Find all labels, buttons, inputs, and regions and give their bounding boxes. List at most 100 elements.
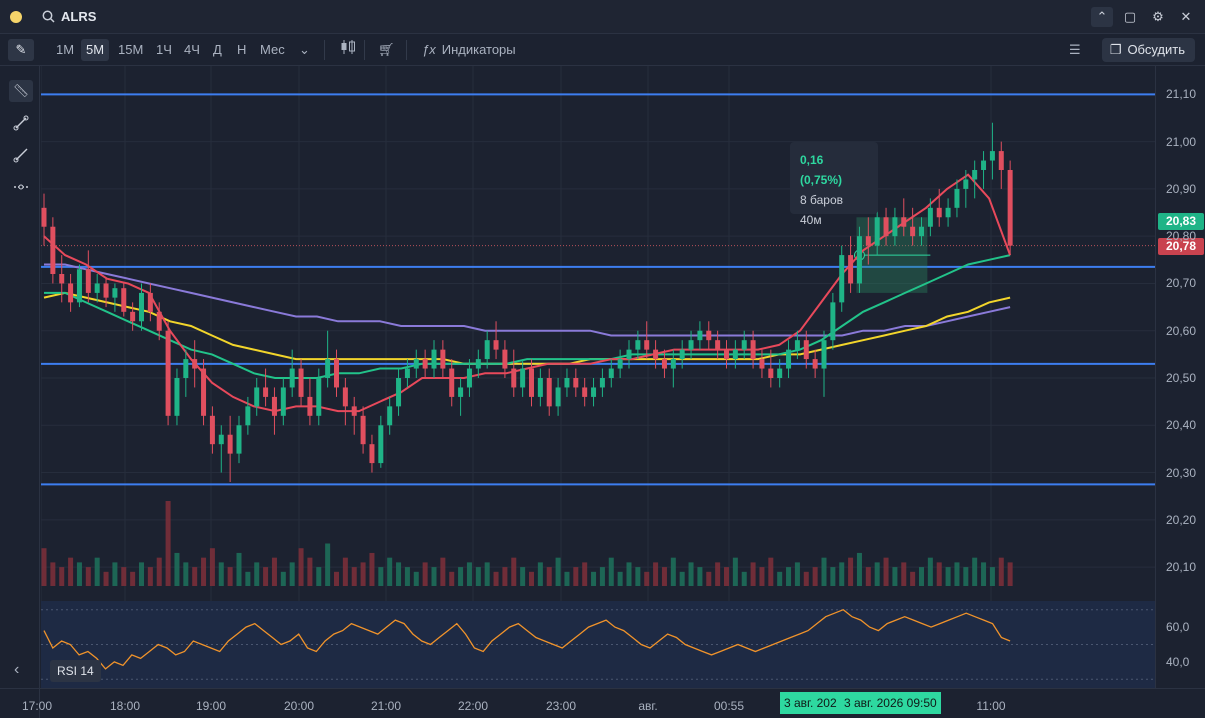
- volume-bar: [706, 571, 712, 586]
- price-tick-label: 20,40: [1166, 418, 1197, 433]
- ruler-tool[interactable]: 📏︎: [9, 80, 33, 102]
- ray-tool[interactable]: [9, 144, 33, 166]
- order-button[interactable]: 🛒︎: [373, 39, 400, 61]
- volume-bar: [174, 552, 180, 586]
- candle-body: [156, 311, 162, 331]
- candle-body: [821, 340, 827, 369]
- volume-bar: [927, 557, 933, 586]
- collapse-sidebar-button[interactable]: ‹: [14, 661, 19, 679]
- volume-bar: [839, 562, 845, 586]
- candle-body: [626, 349, 632, 360]
- cursor-time-badge-2: 3 авг. 2026 09:50: [840, 692, 941, 714]
- volume-bar: [298, 548, 304, 586]
- time-tick-label: 22:00: [457, 699, 489, 713]
- candle-body: [927, 207, 933, 227]
- horizontal-line-icon: [14, 184, 28, 190]
- volume-bar: [440, 557, 446, 586]
- ray-icon: [13, 148, 28, 163]
- close-button[interactable]: ✕: [1175, 7, 1197, 27]
- volume-bar: [387, 557, 393, 586]
- time-tick-label: 18:00: [109, 699, 141, 713]
- time-axis[interactable]: 11:00 00:55 авг. 23:00 22:00 21:00 20:00 19:00 1…: [0, 688, 1205, 718]
- volume-bar: [422, 562, 428, 586]
- candle-body: [537, 378, 543, 397]
- search-icon: [42, 10, 55, 23]
- discuss-button[interactable]: ❐ Обсудить: [1101, 38, 1195, 62]
- candle-body: [413, 359, 419, 369]
- candle-body: [254, 387, 260, 407]
- toolbar-divider: [364, 40, 365, 60]
- price-chart[interactable]: B: [41, 66, 1155, 688]
- clear-list-icon: ☰: [1069, 42, 1081, 57]
- tf-15m[interactable]: 15М: [113, 39, 148, 61]
- draw-pencil-button[interactable]: ✎: [8, 39, 34, 61]
- maximize-button[interactable]: ▢: [1119, 7, 1141, 27]
- volume-bar: [183, 562, 189, 586]
- clear-drawings-button[interactable]: ☰: [1064, 39, 1086, 61]
- ticker-search[interactable]: ALRS: [42, 9, 96, 24]
- candle-body: [112, 288, 118, 298]
- tf-day[interactable]: Д: [208, 39, 227, 61]
- candle-body: [750, 340, 756, 360]
- candle-body: [874, 217, 880, 246]
- candle-body: [174, 378, 180, 416]
- timeframe-dropdown[interactable]: ⌄: [294, 39, 315, 61]
- ticker-label: ALRS: [61, 9, 97, 24]
- candle-body: [502, 349, 508, 369]
- volume-bar: [449, 571, 455, 586]
- candle-body: [236, 425, 242, 454]
- candles-icon: [341, 40, 355, 54]
- candle-body: [458, 387, 464, 397]
- candle-body: [582, 387, 588, 397]
- candle-body: [892, 217, 898, 237]
- volume-bar: [245, 571, 251, 586]
- indicators-button[interactable]: ƒx Индикаторы: [417, 39, 521, 61]
- settings-button[interactable]: ⚙: [1147, 7, 1169, 27]
- candle-body: [396, 378, 402, 407]
- volume-bar: [945, 567, 951, 586]
- volume-bar: [307, 557, 313, 586]
- candle-body: [732, 349, 738, 360]
- candle-body: [644, 340, 650, 350]
- volume-bar: [396, 562, 402, 586]
- volume-bar: [919, 567, 924, 586]
- volume-bar: [254, 562, 260, 586]
- tf-1m[interactable]: 1М: [51, 39, 79, 61]
- volume-bar: [883, 557, 889, 586]
- candle-body: [316, 378, 322, 416]
- price-tick-label: 20,30: [1166, 465, 1197, 480]
- horizontal-line-tool[interactable]: [9, 176, 33, 198]
- candle-body: [68, 283, 74, 303]
- price-axis[interactable]: 20,83 20,78 21,10 21,00 20,90 20,80 20,70 20,…: [1155, 66, 1205, 688]
- tf-week[interactable]: Н: [232, 39, 251, 61]
- candle-body: [759, 359, 765, 369]
- trend-line-tool[interactable]: [9, 112, 33, 134]
- indicators-label: Индикаторы: [441, 42, 516, 57]
- volume-bar: [68, 557, 74, 586]
- volume-bar: [972, 557, 978, 586]
- tf-month[interactable]: Мес: [255, 39, 290, 61]
- pencil-icon: ✎: [15, 42, 27, 57]
- volume-bar: [688, 562, 694, 586]
- volume-bar: [458, 567, 464, 586]
- candle-body: [715, 340, 721, 350]
- tf-1h[interactable]: 1Ч: [151, 39, 177, 61]
- volume-bar: [342, 557, 348, 586]
- tf-4h[interactable]: 4Ч: [179, 39, 205, 61]
- candle-body: [919, 226, 924, 237]
- rsi-label[interactable]: RSI 14: [50, 660, 101, 682]
- volume-bar: [697, 567, 703, 586]
- price-tick-label: 20,10: [1166, 560, 1197, 575]
- tf-5m[interactable]: 5М: [81, 39, 110, 61]
- chart-type-button[interactable]: [334, 39, 362, 61]
- volume-bar: [812, 567, 818, 586]
- candle-body: [697, 330, 703, 341]
- volume-bar: [50, 562, 56, 586]
- candle-body: [865, 236, 871, 246]
- candle-body: [777, 368, 783, 378]
- collapse-up-button[interactable]: ⌃: [1091, 7, 1113, 27]
- ruler-icon: 📏︎: [12, 83, 30, 98]
- candle-body: [466, 368, 472, 388]
- candle-body: [50, 226, 56, 274]
- volume-bar: [475, 567, 481, 586]
